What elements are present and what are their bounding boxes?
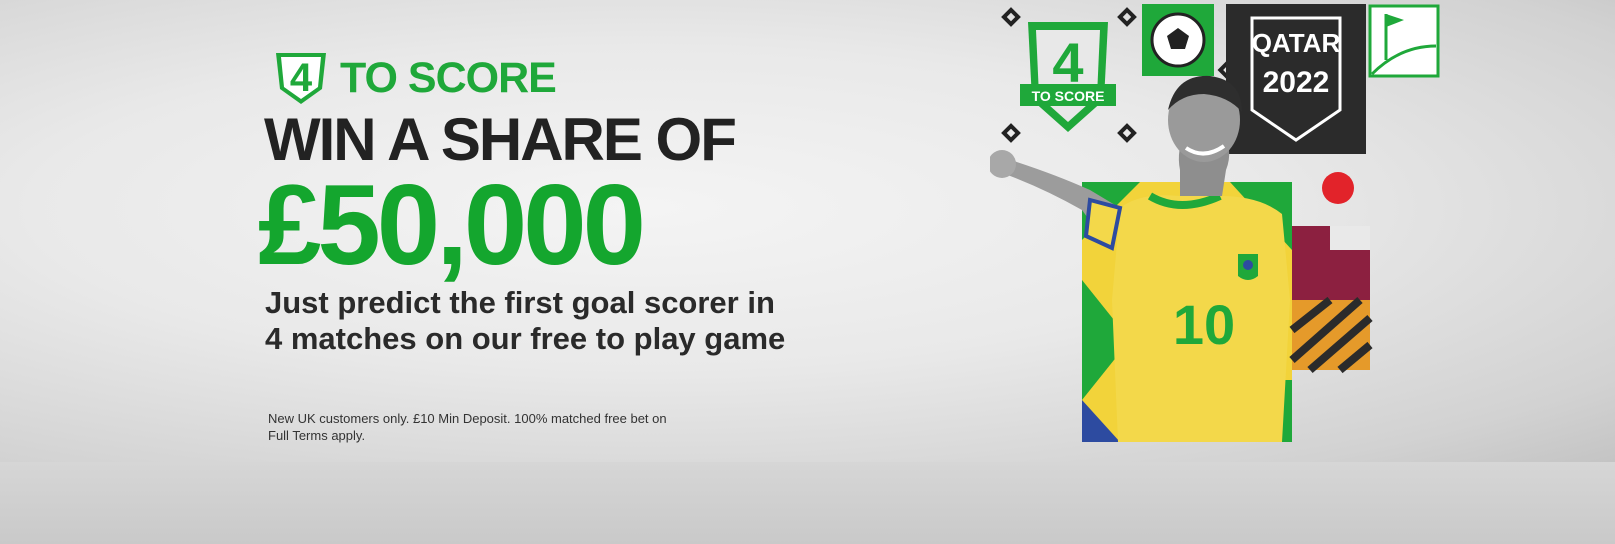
terms-line-2: Full Terms apply. [268, 428, 366, 443]
shirt-number: 10 [1173, 293, 1235, 356]
terms-text: New UK customers only. £10 Min Deposit. … [268, 410, 788, 444]
bottom-strip [0, 462, 1615, 544]
four-to-score-logo-icon: 4 [276, 53, 326, 104]
prize-amount: £50,000 [258, 162, 646, 289]
red-dot [1322, 172, 1354, 204]
football-icon [1142, 4, 1214, 76]
event-year: 2022 [1263, 66, 1330, 99]
description-line-2: 4 matches on our free to play game [265, 321, 786, 356]
badge-text: TO SCORE [1032, 88, 1105, 104]
logo-text: TO SCORE [340, 53, 557, 102]
promo-description: Just predict the first goal scorer in 4 … [265, 285, 885, 357]
terms-line-1: New UK customers only. £10 Min Deposit. … [268, 411, 667, 426]
promo-banner[interactable]: 4 TO SCORE WIN A SHARE OF £50,000 Just p… [0, 0, 1615, 462]
corner-flag-icon [1368, 4, 1440, 78]
promo-artwork: 4 TO SCORE QATAR 2022 10 [990, 4, 1440, 442]
four-to-score-badge: 4 TO SCORE [1020, 22, 1116, 132]
logo-number: 4 [290, 56, 313, 100]
qatar-2022-panel: QATAR 2022 [1226, 4, 1366, 154]
event-name: QATAR [1252, 28, 1341, 58]
description-line-1: Just predict the first goal scorer in [265, 285, 775, 320]
four-to-score-logo: 4 TO SCORE [270, 48, 557, 108]
